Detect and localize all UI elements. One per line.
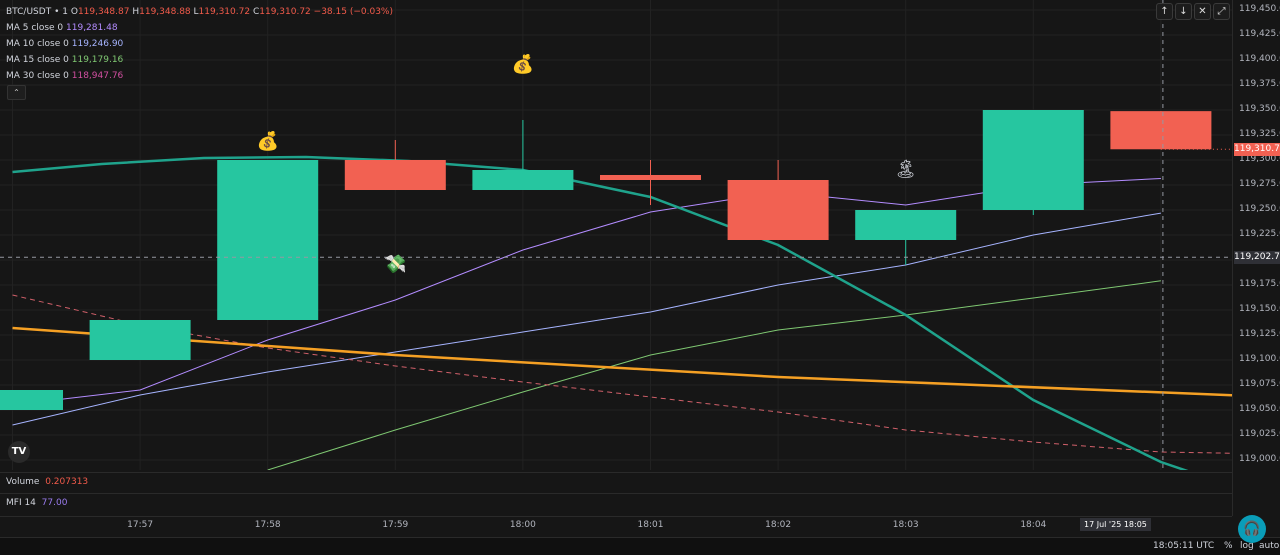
ma-legend-row[interactable]: MA 10 close 0 119,246.90 bbox=[6, 36, 393, 52]
price-tick-label: 119,000.00 bbox=[1239, 454, 1280, 464]
ma15-line bbox=[267, 280, 1161, 470]
ma-legend-row[interactable]: MA 5 close 0 119,281.48 bbox=[6, 20, 393, 36]
island-icon[interactable]: 🏝 bbox=[891, 160, 921, 180]
collapse-pane-button[interactable]: ✕ bbox=[1194, 3, 1211, 20]
tradingview-logo[interactable]: TV bbox=[8, 441, 30, 463]
ma10-line bbox=[12, 212, 1161, 426]
ma-label: MA 5 close 0 bbox=[6, 23, 64, 33]
open-key: O bbox=[70, 7, 78, 17]
candle-body bbox=[727, 180, 829, 240]
ma30-line bbox=[12, 294, 1232, 454]
ma-legend-row[interactable]: MA 30 close 0 118,947.76 bbox=[6, 68, 393, 84]
headset-icon[interactable]: 🎧 bbox=[1238, 515, 1266, 543]
money-bag-icon[interactable]: 💰 bbox=[253, 132, 283, 152]
price-tick-label: 119,325.00 bbox=[1239, 129, 1280, 139]
mfi-value: 77.00 bbox=[41, 498, 68, 508]
time-tick-label: 18:01 bbox=[637, 520, 664, 530]
candle-body bbox=[0, 390, 63, 410]
pane-toolbar: ↑ ↓ ✕ ⤢ bbox=[1156, 3, 1230, 20]
price-tick-label: 119,400.00 bbox=[1239, 54, 1280, 64]
candle-body bbox=[600, 175, 701, 180]
change-value: −38.15 (−0.03%) bbox=[313, 7, 393, 17]
price-axis[interactable]: 119,450.00 119,425.00 119,400.00 119,375.00… bbox=[1232, 0, 1280, 516]
maximize-pane-button[interactable]: ⤢ bbox=[1213, 3, 1230, 20]
percent-toggle[interactable]: % bbox=[1224, 541, 1233, 551]
chart-canvas[interactable]: 💰 💰 💸 🏝 BTC/USDT • 1 O119,348.87 H119,348.8… bbox=[0, 0, 1232, 470]
price-tick-label: 119,275.00 bbox=[1239, 179, 1280, 189]
price-tick-label: 119,050.00 bbox=[1239, 404, 1280, 414]
close-value: 119,310.72 bbox=[259, 7, 311, 17]
price-tick-label: 119,125.00 bbox=[1239, 329, 1280, 339]
collapse-legend-button[interactable]: ⌃ bbox=[7, 85, 26, 100]
chart-legend: BTC/USDT • 1 O119,348.87 H119,348.88 L11… bbox=[6, 4, 393, 84]
time-tick-label: 18:00 bbox=[509, 520, 536, 530]
price-tick-label: 119,250.00 bbox=[1239, 204, 1280, 214]
price-tick-label: 119,100.00 bbox=[1239, 354, 1280, 364]
ohlc-legend: BTC/USDT • 1 O119,348.87 H119,348.88 L11… bbox=[6, 7, 393, 17]
open-value: 119,348.87 bbox=[77, 7, 130, 17]
time-tick-label: 17:58 bbox=[254, 520, 281, 530]
price-tick-label: 119,175.00 bbox=[1239, 279, 1280, 289]
crosshair-time-label: 17 Jul '25 18:05 bbox=[1080, 518, 1151, 531]
ma-value: 119,281.48 bbox=[66, 23, 118, 33]
price-tick-label: 119,075.00 bbox=[1239, 379, 1280, 389]
ma-value: 119,246.90 bbox=[71, 39, 124, 49]
ma-label: MA 10 close 0 bbox=[6, 39, 69, 49]
price-tick-label: 119,425.00 bbox=[1239, 29, 1280, 39]
current-price-tag: 119,310.72 bbox=[1234, 142, 1280, 156]
price-tick-label: 119,350.00 bbox=[1239, 104, 1280, 114]
time-tick-label: 17:59 bbox=[382, 520, 409, 530]
volume-value: 0.207313 bbox=[45, 477, 89, 487]
price-tick-label: 119,450.00 bbox=[1239, 4, 1280, 14]
auto-toggle[interactable]: auto bbox=[1259, 541, 1279, 551]
trend-line-orange bbox=[12, 326, 1232, 397]
candle-body bbox=[1110, 111, 1212, 150]
status-bar: 18:05:11 UTC % log auto bbox=[0, 537, 1280, 555]
symbol-label: BTC/USDT bbox=[6, 7, 52, 17]
volume-label: Volume bbox=[6, 477, 40, 487]
move-up-button[interactable]: ↑ bbox=[1156, 3, 1173, 20]
mfi-label: MFI 14 bbox=[6, 498, 36, 508]
time-tick-label: 18:03 bbox=[892, 520, 919, 530]
candle-body bbox=[472, 170, 574, 190]
interval-label: 1 bbox=[62, 7, 68, 17]
price-tick-label: 119,225.00 bbox=[1239, 229, 1280, 239]
candle-body bbox=[89, 320, 191, 360]
move-down-button[interactable]: ↓ bbox=[1175, 3, 1192, 20]
candle-body bbox=[982, 110, 1084, 210]
volume-pane[interactable]: Volume 0.207313 bbox=[0, 472, 1232, 493]
price-tick-label: 119,025.00 bbox=[1239, 429, 1280, 439]
price-tick-label: 119,375.00 bbox=[1239, 79, 1280, 89]
time-tick-label: 17:57 bbox=[127, 520, 154, 530]
crosshair-price-tag: 119,202.75 bbox=[1234, 250, 1280, 264]
ma-label: MA 15 close 0 bbox=[6, 55, 69, 65]
high-value: 119,348.88 bbox=[139, 7, 191, 17]
mfi-pane[interactable]: MFI 14 77.00 bbox=[0, 493, 1232, 516]
ma-legend-row[interactable]: MA 15 close 0 119,179.16 bbox=[6, 52, 393, 68]
time-axis[interactable]: 17 Jul '25 18:05 17:57 17:58 17:59 18:00 18:… bbox=[0, 516, 1232, 537]
candle-body bbox=[344, 160, 446, 190]
ma-value: 119,179.16 bbox=[71, 55, 124, 65]
time-tick-label: 18:02 bbox=[765, 520, 792, 530]
price-tick-label: 119,150.00 bbox=[1239, 304, 1280, 314]
utc-clock[interactable]: 18:05:11 UTC bbox=[1153, 541, 1214, 551]
money-wings-icon[interactable]: 💸 bbox=[380, 255, 410, 275]
ma-label: MA 30 close 0 bbox=[6, 71, 69, 81]
candle-body bbox=[217, 160, 319, 320]
money-bag-icon[interactable]: 💰 bbox=[508, 55, 538, 75]
time-tick-label: 18:04 bbox=[1020, 520, 1047, 530]
ma-value: 118,947.76 bbox=[71, 71, 124, 81]
low-value: 119,310.72 bbox=[198, 7, 251, 17]
candle-body bbox=[855, 210, 957, 240]
